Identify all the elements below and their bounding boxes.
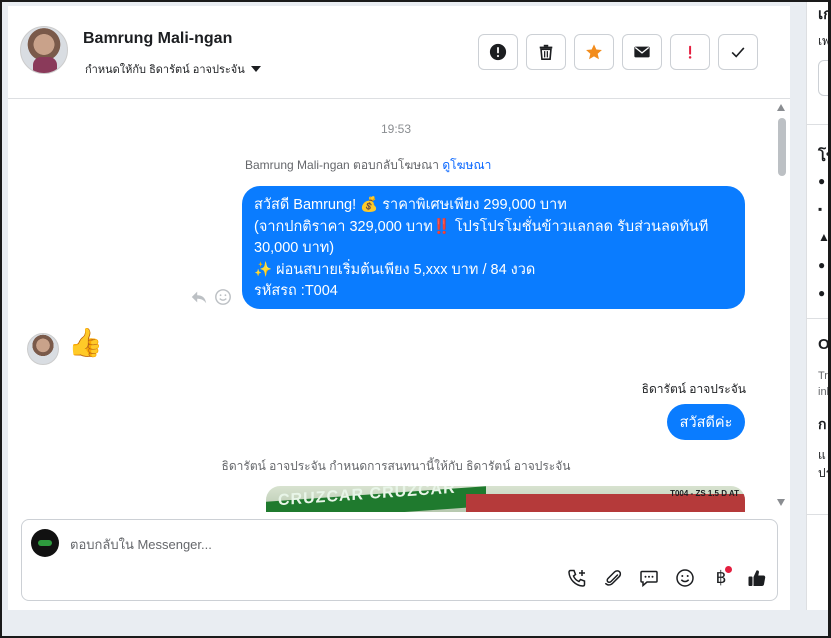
message-line: (จากปกติราคา 329,000 บาท‼️ โปรโปรโมชั่นข… bbox=[254, 218, 709, 235]
image-code-text: T004 - ZS 1.5 D AT bbox=[670, 489, 739, 498]
attach-file-button[interactable] bbox=[601, 566, 625, 590]
message-line: สวัสดี Bamrung! 💰 ราคาพิเศษเพียง 299,000… bbox=[254, 197, 567, 213]
saved-replies-button[interactable] bbox=[637, 566, 661, 590]
reply-arrow-icon bbox=[191, 291, 207, 304]
delete-button[interactable] bbox=[526, 34, 566, 70]
message-line: 30,000 บาท) bbox=[254, 240, 335, 256]
contact-avatar[interactable] bbox=[20, 26, 68, 74]
mark-done-button[interactable] bbox=[718, 34, 758, 70]
panel-divider bbox=[807, 514, 828, 515]
app-frame: Bamrung Mali-ngan กำหนดให้กับ ธิดารัตน์ … bbox=[0, 0, 831, 638]
panel-section-title: โป bbox=[818, 148, 828, 165]
scroll-down-arrow-icon[interactable] bbox=[777, 499, 785, 506]
location-pin-icon: ● bbox=[818, 286, 826, 300]
mark-unread-button[interactable] bbox=[622, 34, 662, 70]
alert-circle-icon bbox=[489, 43, 507, 61]
ad-reply-notice: Bamrung Mali-ngan ตอบกลับโฆษณา ดูโฆษณา bbox=[245, 156, 491, 175]
panel-text: แ bbox=[818, 448, 826, 462]
location-pin-icon: ● bbox=[818, 258, 826, 272]
panel-text: ปร bbox=[818, 466, 831, 480]
panel-section-title: O bbox=[818, 336, 830, 353]
assignment-notice: ธิดารัตน์ อาจประจัน กำหนดการสนทนานี้ให้ก… bbox=[221, 459, 571, 473]
graduation-cap-icon: ▲ bbox=[818, 230, 830, 244]
view-ad-link[interactable]: ดูโฆษณา bbox=[442, 158, 491, 172]
smiley-icon bbox=[215, 289, 231, 305]
call-button[interactable] bbox=[565, 566, 589, 590]
ad-reply-text: Bamrung Mali-ngan ตอบกลับโฆษณา bbox=[245, 158, 440, 172]
phone-plus-icon bbox=[568, 569, 586, 587]
header-actions bbox=[478, 34, 758, 70]
panel-label: ก bbox=[818, 416, 827, 432]
contact-avatar-small[interactable] bbox=[27, 333, 59, 365]
thumbs-up-icon bbox=[748, 570, 766, 586]
caret-down-icon bbox=[250, 66, 261, 72]
panel-subtext: inb bbox=[818, 386, 828, 398]
smiley-icon bbox=[676, 569, 694, 587]
contact-name[interactable]: Bamrung Mali-ngan bbox=[83, 30, 232, 48]
bottom-strip bbox=[2, 610, 828, 636]
thumbs-up-emoji-message[interactable]: 👍 bbox=[68, 326, 103, 359]
conversation-header: Bamrung Mali-ngan กำหนดให้กับ ธิดารัตน์ … bbox=[8, 6, 790, 99]
composer-toolbar: ฿ bbox=[565, 566, 769, 590]
outgoing-message-bubble[interactable]: สวัสดี Bamrung! 💰 ราคาพิเศษเพียง 299,000… bbox=[242, 186, 745, 309]
exclamation-icon bbox=[688, 45, 692, 59]
message-hover-actions bbox=[190, 288, 232, 311]
chat-bubble-icon bbox=[640, 570, 658, 588]
clock-icon: ● bbox=[818, 174, 826, 188]
send-like-button[interactable] bbox=[745, 566, 769, 590]
page-logo-avatar bbox=[31, 529, 59, 557]
car-ad-image[interactable]: CRUZCAR CRUZCAR T004 - ZS 1.5 D AT bbox=[266, 486, 745, 512]
message-composer: ฿ bbox=[21, 519, 778, 601]
panel-divider bbox=[807, 124, 828, 125]
contact-details-panel: เก เพ โป ● ▪ ▲ ● ● O Tra inb ก แ ปร bbox=[806, 2, 831, 612]
reply-input[interactable] bbox=[70, 534, 750, 554]
panel-heading: เก bbox=[818, 6, 831, 23]
scroll-up-arrow-icon[interactable] bbox=[777, 104, 785, 111]
mark-spam-button[interactable] bbox=[478, 34, 518, 70]
message-line: รหัสรถ :T004 bbox=[254, 283, 338, 299]
panel-subtext: เพ bbox=[818, 34, 831, 48]
assign-label: กำหนดให้กับ ธิดารัตน์ อาจประจัน bbox=[85, 64, 245, 76]
react-button[interactable] bbox=[214, 288, 232, 311]
emoji-button[interactable] bbox=[673, 566, 697, 590]
star-icon bbox=[586, 44, 602, 60]
payment-button[interactable]: ฿ bbox=[709, 566, 733, 590]
outgoing-message-bubble[interactable]: สวัสดีค่ะ bbox=[667, 404, 745, 440]
message-timestamp: 19:53 bbox=[380, 122, 412, 136]
reply-button[interactable] bbox=[190, 288, 208, 311]
panel-input[interactable] bbox=[818, 60, 828, 96]
briefcase-icon: ▪ bbox=[818, 202, 823, 216]
paperclip-icon bbox=[605, 570, 622, 586]
star-button[interactable] bbox=[574, 34, 614, 70]
message-line: ✨ ผ่อนสบายเริ่มต้นเพียง 5,xxx บาท / 84 ง… bbox=[254, 261, 536, 278]
panel-divider bbox=[807, 318, 828, 319]
priority-button[interactable] bbox=[670, 34, 710, 70]
sender-name: ธิดารัตน์ อาจประจัน bbox=[641, 382, 746, 396]
trash-icon bbox=[539, 44, 553, 61]
check-icon bbox=[731, 47, 745, 58]
panel-subtext: Tra bbox=[818, 370, 828, 382]
chat-panel: Bamrung Mali-ngan กำหนดให้กับ ธิดารัตน์ … bbox=[8, 6, 790, 610]
notification-dot bbox=[725, 566, 732, 573]
message-thread: 19:53 Bamrung Mali-ngan ตอบกลับโฆษณา ดูโ… bbox=[8, 100, 790, 512]
mail-icon bbox=[634, 46, 650, 58]
assign-dropdown[interactable]: กำหนดให้กับ ธิดารัตน์ อาจประจัน bbox=[85, 60, 261, 78]
scrollbar-thumb[interactable] bbox=[778, 118, 786, 176]
